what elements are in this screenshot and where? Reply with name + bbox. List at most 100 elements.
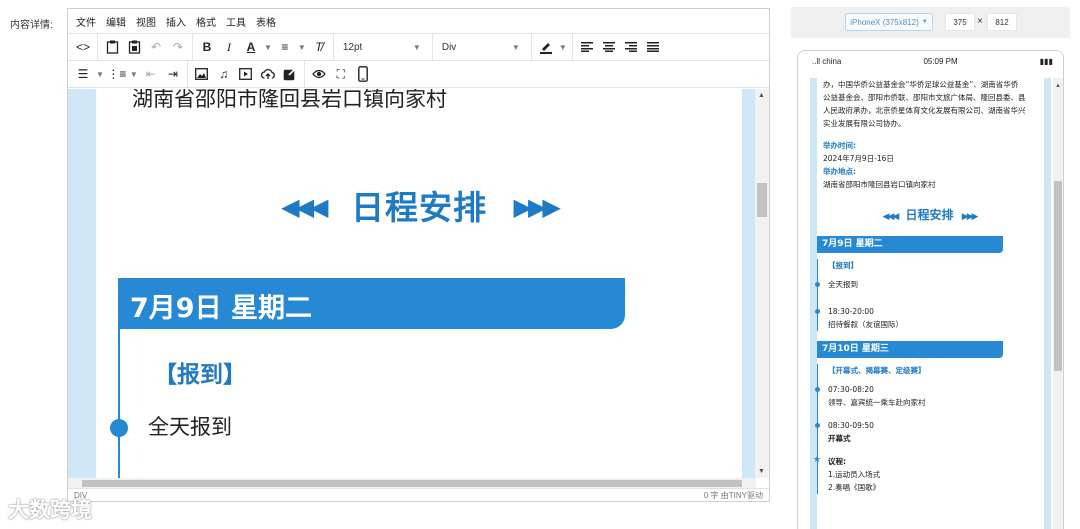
line-height-icon[interactable]: ≡ bbox=[274, 36, 296, 58]
timeline-item: 全天报到 bbox=[148, 415, 232, 439]
hscroll-thumb[interactable] bbox=[82, 480, 742, 487]
undo-icon[interactable]: ↶ bbox=[145, 36, 167, 58]
menu-edit[interactable]: 编辑 bbox=[106, 14, 126, 29]
menu-insert[interactable]: 插入 bbox=[166, 14, 186, 29]
highlight-icon[interactable] bbox=[535, 36, 557, 58]
timeline-dot bbox=[815, 309, 820, 314]
timeline-item: 07:30-08:20 领导、嘉宾统一乘车赴向家村 bbox=[815, 383, 1036, 409]
day2-tag: 【开幕式、揭幕赛、定级赛】 bbox=[828, 366, 926, 375]
source-code-icon[interactable]: <> bbox=[72, 36, 94, 58]
indent-icon[interactable]: ⇥ bbox=[162, 63, 184, 85]
bullet-list-icon[interactable]: ☰ bbox=[72, 63, 94, 85]
schedule-title: 日程安排 bbox=[351, 188, 487, 227]
intro-line: 实业发展有限公司协办。 bbox=[823, 119, 906, 128]
arrows-left-icon: ◀◀◀ bbox=[281, 193, 328, 221]
menu-tools[interactable]: 工具 bbox=[226, 14, 246, 29]
block-format-value: Div bbox=[441, 41, 457, 53]
day-band: 7月9日 星期二 bbox=[118, 278, 625, 329]
timeline-dot bbox=[815, 282, 820, 287]
scroll-up-icon[interactable]: ▲ bbox=[1055, 83, 1061, 89]
day1-item1: 全天报到 bbox=[828, 280, 858, 289]
content-detail-label: 内容详情: bbox=[10, 20, 53, 31]
phone-screen: 办，中国华侨公益基金会“华侨足球公益基金”、湖南省华侨 公益基金会、邵阳市侨联、… bbox=[810, 78, 1051, 529]
width-input[interactable]: 375 bbox=[945, 13, 975, 31]
preview-toolbar: iPhoneX (375x812) ▼ 375 × 812 bbox=[791, 7, 1070, 38]
chevron-down-icon: ▼ bbox=[412, 42, 421, 52]
scroll-up-icon[interactable]: ▲ bbox=[758, 92, 765, 99]
arrows-left-icon: ◀◀◀ bbox=[882, 212, 900, 222]
bold-icon[interactable]: B bbox=[196, 36, 218, 58]
block-format-select[interactable]: Div ▼ bbox=[436, 36, 528, 58]
day1-tag: 【报到】 bbox=[828, 261, 858, 270]
intro-line: 办，中国华侨公益基金会“华侨足球公益基金”、湖南省华侨 bbox=[823, 80, 1019, 89]
day1-timeline: 【报到】 全天报到 18:30-20:00 招待餐叙（友谊国际） bbox=[815, 259, 1036, 331]
day2-item2-time: 08:30-09:50 bbox=[828, 421, 874, 430]
phone-scrollbar[interactable]: ▲ bbox=[1053, 78, 1063, 529]
carrier-label: ..ll china bbox=[812, 56, 842, 66]
timeline-dot bbox=[110, 419, 128, 437]
menu-file[interactable]: 文件 bbox=[76, 14, 96, 29]
scroll-down-icon[interactable]: ▼ bbox=[758, 468, 765, 475]
chevron-down-icon[interactable]: ▼ bbox=[96, 70, 104, 79]
image-icon[interactable] bbox=[191, 63, 213, 85]
star-icon: ★ bbox=[813, 455, 822, 465]
clear-format-icon[interactable]: T̸ bbox=[308, 36, 330, 58]
paste-icon[interactable] bbox=[101, 36, 123, 58]
video-icon[interactable] bbox=[235, 63, 257, 85]
place-value: 湖南省邵阳市隆回县岩口镇向家村 bbox=[823, 180, 936, 189]
chevron-down-icon[interactable]: ▼ bbox=[130, 70, 138, 79]
menu-format[interactable]: 格式 bbox=[196, 14, 216, 29]
menu-view[interactable]: 视图 bbox=[136, 14, 156, 29]
align-justify-icon[interactable] bbox=[642, 36, 664, 58]
phone-content: 办，中国华侨公益基金会“华侨足球公益基金”、湖南省华侨 公益基金会、邵阳市侨联、… bbox=[813, 78, 1036, 504]
outdent-icon[interactable]: ⇤ bbox=[140, 63, 162, 85]
section-tag: 【报到】 bbox=[154, 362, 246, 388]
paste-text-icon[interactable] bbox=[123, 36, 145, 58]
place-label: 举办地点: bbox=[823, 167, 856, 176]
watermark-logo: 大数跨境 bbox=[8, 494, 92, 524]
intro-line: 人民政府承办，北京侨星体育文化发展有限公司、湖南省华兴 bbox=[823, 106, 1026, 115]
align-left-icon[interactable] bbox=[576, 36, 598, 58]
link-external-icon[interactable] bbox=[279, 63, 301, 85]
editor-content-area[interactable]: 湖南省邵阳市隆回县岩口镇向家村 ◀◀◀ 日程安排 ▶▶▶ 7月9日 星期二 【报… bbox=[68, 89, 756, 478]
phone-status-bar: ..ll china 05:09 PM ▮▮▮ bbox=[798, 51, 1063, 71]
phone-strip-right bbox=[1044, 78, 1051, 529]
preview-eye-icon[interactable] bbox=[308, 63, 330, 85]
day1-band: 7月9日 星期二 bbox=[817, 236, 1003, 253]
font-size-value: 12pt bbox=[342, 41, 363, 53]
numbered-list-icon[interactable]: ⋮≡ bbox=[106, 63, 128, 85]
align-right-icon[interactable] bbox=[620, 36, 642, 58]
menu-table[interactable]: 表格 bbox=[256, 14, 276, 29]
day2-band: 7月10日 星期三 bbox=[817, 341, 1003, 358]
italic-icon[interactable]: I bbox=[218, 36, 240, 58]
watermark-text: 大数跨境 bbox=[8, 498, 92, 522]
chevron-down-icon[interactable]: ▼ bbox=[264, 43, 272, 52]
content-strip-right bbox=[742, 89, 756, 478]
font-size-select[interactable]: 12pt ▼ bbox=[337, 36, 429, 58]
fullscreen-icon[interactable]: ⛶ bbox=[330, 63, 352, 85]
align-center-icon[interactable] bbox=[598, 36, 620, 58]
intro-line: 公益基金会、邵阳市侨联、邵阳市文旅广体局、隆回县委、县 bbox=[823, 93, 1026, 102]
agenda-label: 议程: bbox=[828, 457, 846, 466]
editor-menubar: 文件 编辑 视图 插入 格式 工具 表格 bbox=[68, 9, 769, 34]
toolbar-row-2: ☰ ▼ ⋮≡ ▼ ⇤ ⇥ ♫ ⛶ bbox=[68, 60, 769, 88]
timeline-item: 全天报到 bbox=[815, 278, 1036, 291]
scroll-thumb[interactable] bbox=[757, 183, 767, 217]
audio-icon[interactable]: ♫ bbox=[213, 63, 235, 85]
agenda-item: 2.奏唱《国歌》 bbox=[828, 483, 881, 492]
timeline-dot bbox=[815, 387, 820, 392]
mobile-preview-icon[interactable] bbox=[352, 63, 374, 85]
upload-cloud-icon[interactable] bbox=[257, 63, 279, 85]
chevron-down-icon: ▼ bbox=[921, 19, 928, 25]
chevron-down-icon[interactable]: ▼ bbox=[559, 43, 567, 52]
editor-vertical-scrollbar[interactable]: ▲ ▼ bbox=[755, 89, 769, 478]
chevron-down-icon[interactable]: ▼ bbox=[298, 43, 306, 52]
device-select[interactable]: iPhoneX (375x812) ▼ bbox=[845, 13, 933, 31]
phone-scroll-thumb[interactable] bbox=[1054, 181, 1062, 371]
height-input[interactable]: 812 bbox=[987, 13, 1017, 31]
arrows-right-icon: ▶▶▶ bbox=[513, 193, 561, 221]
font-color-icon[interactable]: A bbox=[240, 36, 262, 58]
redo-icon[interactable]: ↷ bbox=[167, 36, 189, 58]
word-count: 0 字 由TINY驱动 bbox=[703, 490, 763, 500]
day2-timeline: 【开幕式、揭幕赛、定级赛】 07:30-08:20 领导、嘉宾统一乘车赴向家村 … bbox=[813, 364, 1036, 494]
